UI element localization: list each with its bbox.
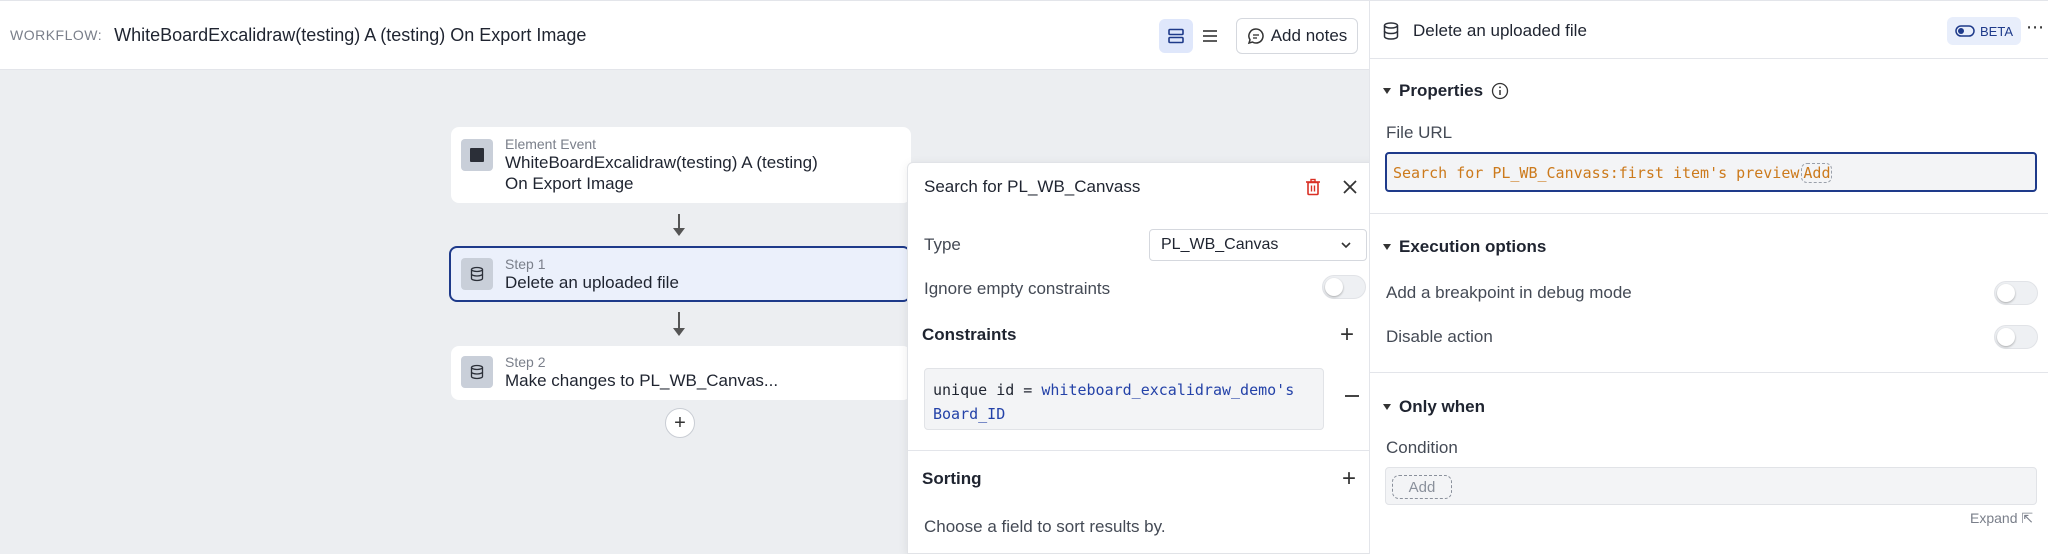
condition-add-button[interactable]: Add (1392, 475, 1452, 499)
step-2-label: Step 2 (505, 354, 546, 370)
info-icon[interactable] (1491, 82, 1509, 100)
execution-header: Execution options (1399, 237, 1547, 256)
event-node-title-line2: On Export Image (505, 174, 634, 193)
close-popup-button[interactable] (1340, 177, 1360, 202)
toggle-knob (1997, 328, 2015, 346)
trash-icon (1306, 178, 1320, 196)
type-select[interactable]: PL_WB_Canvas (1149, 229, 1367, 261)
ignore-empty-toggle[interactable] (1322, 275, 1366, 299)
file-url-expression: Search for PL_WB_Canvass:first item's pr… (1393, 164, 1800, 182)
toggle-knob (1325, 278, 1343, 296)
execution-section-toggle[interactable]: Execution options (1383, 237, 1546, 257)
step-2-node[interactable]: Step 2 Make changes to PL_WB_Canvas... (451, 346, 911, 400)
beta-toggle[interactable]: BETA (1947, 17, 2021, 45)
properties-section-toggle[interactable]: Properties (1383, 81, 1509, 101)
toggle-knob (1997, 284, 2015, 302)
step-1-node[interactable]: Step 1 Delete an uploaded file (449, 246, 911, 302)
list-view-button[interactable] (1193, 19, 1227, 53)
add-constraint-button[interactable]: + (1340, 323, 1354, 347)
divider (1370, 372, 2048, 373)
delete-search-button[interactable] (1303, 177, 1323, 202)
card-view-button[interactable] (1159, 19, 1193, 53)
condition-field[interactable]: Add (1385, 467, 2037, 505)
constraints-header: Constraints (922, 325, 1017, 344)
disable-action-toggle[interactable] (1994, 325, 2038, 349)
search-popup: Search for PL_WB_Canvass Type PL_WB_Canv… (907, 162, 1380, 554)
close-icon (1343, 180, 1357, 194)
constraint-value-line1: whiteboard_excalidraw_demo's (1041, 381, 1295, 399)
divider (908, 450, 1379, 451)
workflow-header: WORKFLOW: WhiteBoardExcalidraw(testing) … (0, 0, 1369, 70)
database-icon (461, 356, 493, 388)
step-1-title: Delete an uploaded file (505, 273, 679, 292)
remove-constraint-button[interactable] (1345, 395, 1359, 397)
connector-arrowhead (673, 228, 685, 236)
expand-link[interactable]: Expand ⇱ (1970, 510, 2033, 527)
beta-label: BETA (1980, 23, 2013, 39)
properties-header: Properties (1399, 81, 1484, 100)
workflow-title[interactable]: WhiteBoardExcalidraw(testing) A (testing… (114, 25, 586, 46)
add-notes-button[interactable]: Add notes (1236, 18, 1358, 54)
constraint-value-line2: Board_ID (933, 405, 1006, 423)
breakpoint-toggle[interactable] (1994, 281, 2038, 305)
add-step-button[interactable]: + (665, 408, 695, 438)
event-node[interactable]: Element Event WhiteBoardExcalidraw(testi… (451, 127, 911, 203)
workflow-label: WORKFLOW: (10, 27, 103, 43)
step-2-title: Make changes to PL_WB_Canvas... (505, 371, 779, 390)
event-node-type: Element Event (505, 136, 597, 152)
file-url-field[interactable]: Search for PL_WB_Canvass:first item's pr… (1385, 152, 2037, 192)
popup-title: Search for PL_WB_Canvass (924, 177, 1141, 196)
event-node-title-line1: WhiteBoardExcalidraw(testing) A (testing… (505, 153, 818, 172)
card-view-icon (1168, 28, 1184, 44)
view-toggle (1159, 19, 1227, 53)
constraint-field: unique id = (933, 381, 1042, 399)
list-view-icon (1203, 30, 1217, 42)
constraint-expression[interactable]: unique id = whiteboard_excalidraw_demo's… (924, 368, 1324, 430)
sorting-hint: Choose a field to sort results by. (924, 517, 1166, 536)
caret-down-icon (1383, 244, 1391, 250)
condition-label: Condition (1386, 438, 1458, 457)
breakpoint-label: Add a breakpoint in debug mode (1386, 283, 1632, 302)
connector-arrowhead (673, 328, 685, 336)
step-1-label: Step 1 (505, 256, 546, 272)
toggle-icon (1955, 25, 1975, 37)
only-when-section-toggle[interactable]: Only when (1383, 397, 1485, 417)
action-properties-panel: Delete an uploaded file BETA ⋯ Propertie… (1369, 0, 2048, 554)
chevron-down-icon (1341, 242, 1351, 249)
more-options-button[interactable]: ⋯ (2026, 17, 2045, 38)
divider (1370, 213, 2048, 214)
add-notes-label: Add notes (1270, 26, 1348, 45)
event-icon (461, 139, 493, 171)
file-url-label: File URL (1386, 123, 1453, 142)
only-when-header: Only when (1399, 397, 1485, 416)
add-sort-button[interactable]: + (1342, 467, 1356, 491)
panel-header: Delete an uploaded file BETA ⋯ (1370, 0, 2048, 59)
type-label: Type (924, 235, 961, 254)
caret-down-icon (1383, 88, 1391, 94)
database-icon (1383, 22, 1399, 40)
sorting-header: Sorting (922, 469, 982, 488)
file-url-add-button[interactable]: Add (1801, 163, 1833, 183)
type-value: PL_WB_Canvas (1161, 236, 1279, 253)
caret-down-icon (1383, 404, 1391, 410)
ignore-empty-label: Ignore empty constraints (924, 279, 1111, 298)
panel-title: Delete an uploaded file (1413, 21, 1587, 40)
disable-action-label: Disable action (1386, 327, 1493, 346)
database-icon (461, 258, 493, 290)
comment-icon (1247, 28, 1264, 45)
